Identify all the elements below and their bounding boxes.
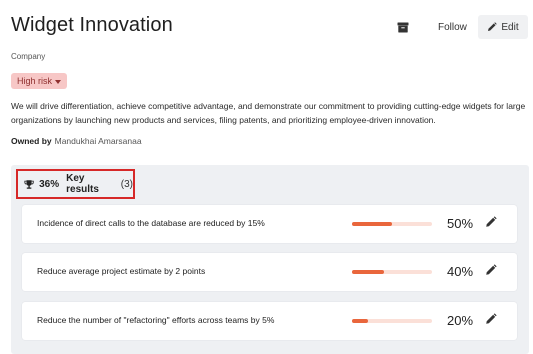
archive-button[interactable] [394, 18, 412, 36]
key-results-count: (3) [120, 178, 133, 190]
key-result-row[interactable]: Incidence of direct calls to the databas… [22, 205, 517, 243]
follow-label: Follow [438, 21, 467, 33]
progress-bar [352, 270, 432, 274]
item-type-label: Company [11, 52, 46, 61]
objective-description: We will drive differentiation, achieve c… [11, 101, 526, 125]
risk-label: High risk [17, 76, 53, 86]
key-results-progress: 36% [39, 178, 60, 190]
key-result-text: Reduce the number of "refactoring" effor… [37, 315, 275, 325]
trophy-icon [24, 179, 34, 189]
pencil-icon[interactable] [485, 313, 497, 325]
key-results-title: Key results [66, 173, 99, 195]
page-title: Widget Innovation [11, 14, 173, 36]
progress-bar [352, 222, 432, 226]
caret-down-icon [55, 79, 62, 84]
follow-button[interactable]: Follow [428, 15, 477, 39]
progress-bar-fill [352, 270, 384, 274]
progress-bar-fill [352, 222, 392, 226]
risk-badge[interactable]: High risk [11, 73, 68, 89]
key-result-progress: 40% [447, 264, 474, 279]
pencil-icon[interactable] [485, 216, 497, 228]
key-results-header[interactable]: 36% Key results (3) [16, 169, 135, 199]
pencil-icon [488, 22, 498, 31]
owner-line: Owned by Mandukhai Amarsanaa [11, 136, 142, 146]
edit-label: Edit [501, 21, 519, 33]
key-result-progress: 20% [447, 313, 474, 328]
key-result-row[interactable]: Reduce the number of "refactoring" effor… [22, 302, 517, 340]
key-result-text: Reduce average project estimate by 2 poi… [37, 266, 206, 276]
owner-prefix: Owned by [11, 136, 52, 146]
archive-icon [397, 22, 409, 32]
key-result-progress: 50% [447, 216, 474, 231]
page-header: Widget Innovation Follow Edit [11, 14, 528, 42]
key-result-row[interactable]: Reduce average project estimate by 2 poi… [22, 253, 517, 291]
pencil-icon[interactable] [485, 264, 497, 276]
progress-bar-fill [352, 319, 368, 323]
key-result-text: Incidence of direct calls to the databas… [37, 218, 265, 228]
owner-name[interactable]: Mandukhai Amarsanaa [55, 136, 142, 146]
progress-bar [352, 319, 432, 323]
edit-button[interactable]: Edit [478, 15, 528, 39]
